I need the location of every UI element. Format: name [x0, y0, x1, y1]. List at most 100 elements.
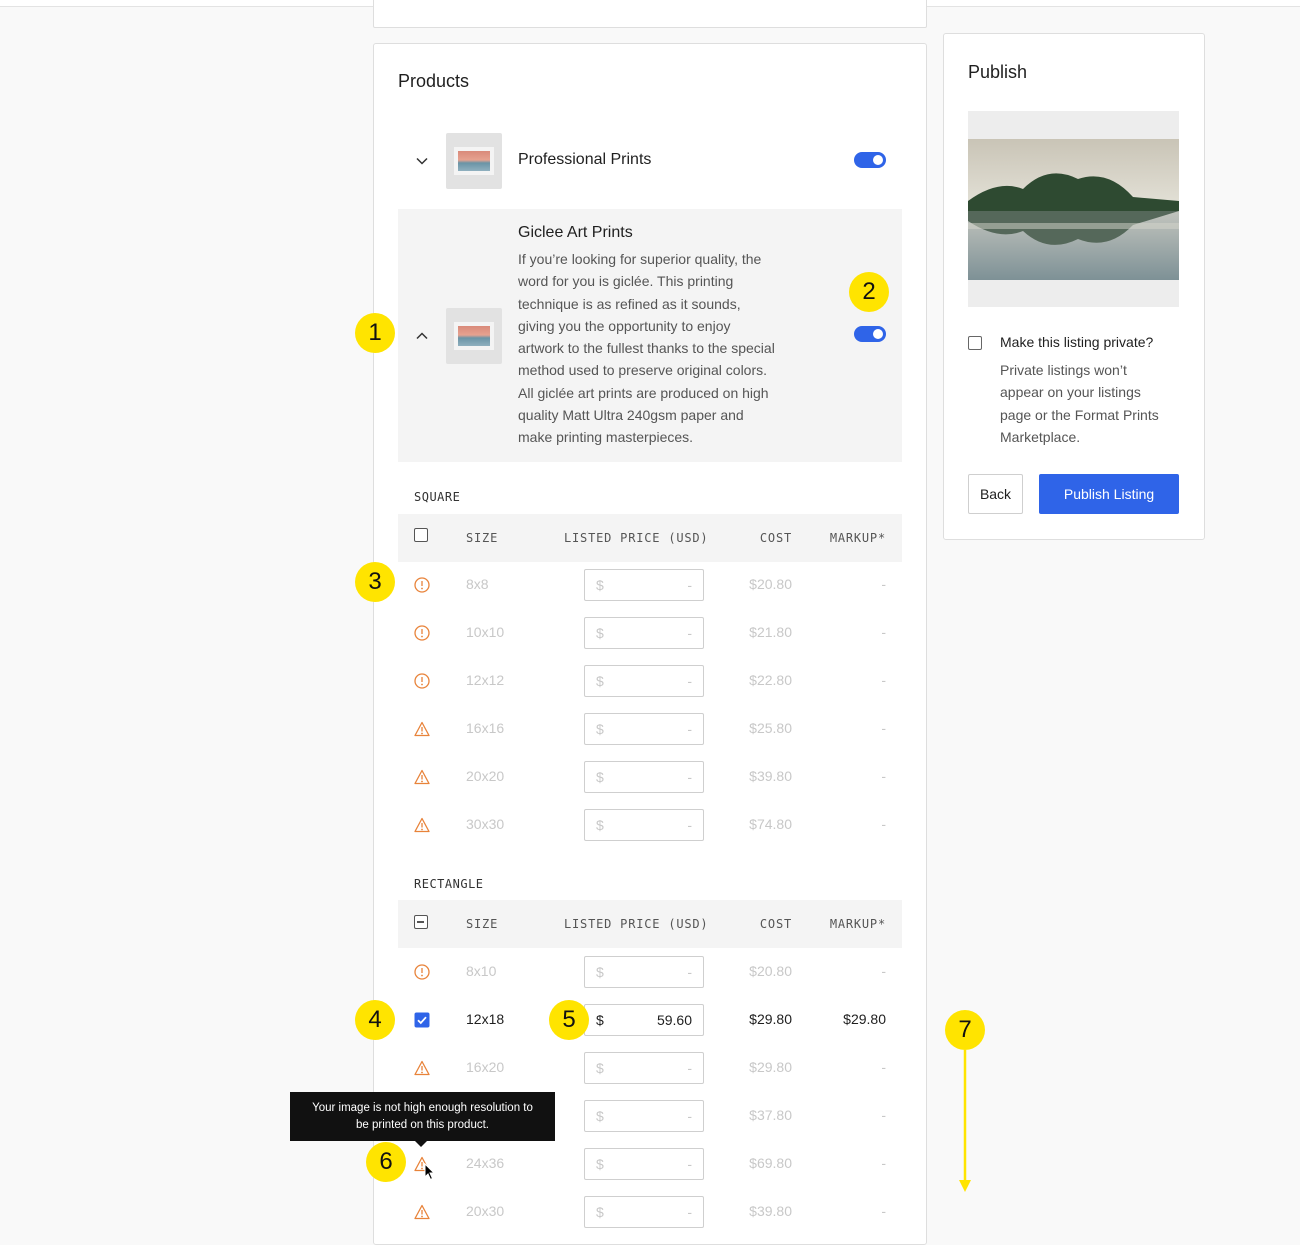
listed-price-input[interactable]: $ - [584, 809, 704, 841]
listing-preview-frame [968, 111, 1179, 307]
giclee-description: If you’re looking for superior quality, … [518, 251, 775, 446]
warning-triangle-icon[interactable] [414, 1204, 430, 1225]
size-cell: 8x10 [466, 963, 497, 979]
professional-prints-thumbnail [446, 133, 502, 189]
price-value: - [687, 577, 692, 593]
giclee-toggle[interactable] [854, 326, 886, 342]
size-cell: 20x30 [466, 1203, 505, 1219]
markup-cell: - [881, 963, 886, 979]
info-circle-icon[interactable] [414, 964, 430, 985]
previous-card [373, 0, 927, 28]
price-value: - [687, 721, 692, 737]
annotation-marker-7: 7 [945, 1010, 985, 1050]
cost-cell: $37.80 [749, 1107, 792, 1123]
row-checkbox[interactable] [414, 1012, 430, 1033]
markup-cell: - [881, 672, 886, 688]
markup-cell: $29.80 [843, 1011, 886, 1027]
table-row: 10x10 $ - $21.80- [398, 609, 902, 657]
private-listing-checkbox[interactable] [968, 336, 982, 350]
resolution-tooltip: Your image is not high enough resolution… [290, 1092, 555, 1147]
chevron-down-icon[interactable] [416, 155, 428, 167]
scroll-down-arrow-icon [959, 1050, 971, 1192]
currency-symbol: $ [596, 1108, 604, 1124]
price-value: - [687, 1204, 692, 1220]
currency-symbol: $ [596, 577, 604, 593]
cost-cell: $39.80 [749, 768, 792, 784]
warning-triangle-icon[interactable] [414, 769, 430, 790]
price-value: - [687, 625, 692, 641]
listed-price-input[interactable]: $ - [584, 1148, 704, 1180]
listed-price-input[interactable]: $ - [584, 1100, 704, 1132]
warning-triangle-icon[interactable] [414, 721, 430, 742]
markup-header: MARKUP* [829, 917, 886, 931]
markup-header: MARKUP* [829, 531, 886, 545]
price-value: - [687, 1060, 692, 1076]
publish-title: Publish [968, 62, 1028, 82]
size-cell: 30x30 [466, 816, 505, 832]
size-header: SIZE [466, 917, 499, 931]
currency-symbol: $ [596, 817, 604, 833]
size-cell: 8x8 [466, 576, 489, 592]
listed-price-input[interactable]: $ - [584, 1196, 704, 1228]
private-listing-help: Private listings won’t appear on your li… [1000, 362, 1159, 445]
annotation-marker-2: 2 [849, 272, 889, 312]
annotation-marker-4: 4 [355, 1000, 395, 1040]
currency-symbol: $ [596, 1156, 604, 1172]
currency-symbol: $ [596, 721, 604, 737]
square-section-label: SQUARE [414, 490, 461, 504]
rectangle-table-header: SIZE LISTED PRICE (USD) COST MARKUP* [398, 900, 902, 948]
size-cell: 12x12 [466, 672, 505, 688]
warning-triangle-icon[interactable] [414, 817, 430, 838]
markup-cell: - [881, 1203, 886, 1219]
listed-price-input[interactable]: $ - [584, 761, 704, 793]
chevron-up-icon[interactable] [416, 330, 428, 342]
currency-symbol: $ [596, 625, 604, 641]
annotation-marker-5: 5 [549, 1000, 589, 1040]
cost-cell: $39.80 [749, 1203, 792, 1219]
markup-cell: - [881, 1155, 886, 1171]
table-row: 8x8 $ - $20.80- [398, 561, 902, 609]
markup-cell: - [881, 1059, 886, 1075]
cost-cell: $69.80 [749, 1155, 792, 1171]
price-value: - [687, 673, 692, 689]
listed-price-input[interactable]: $ - [584, 665, 704, 697]
cost-cell: $21.80 [749, 624, 792, 640]
listed-price-input[interactable]: $ - [584, 1052, 704, 1084]
cost-cell: $20.80 [749, 576, 792, 592]
listed-price-input[interactable]: $ - [584, 713, 704, 745]
currency-symbol: $ [596, 1012, 604, 1028]
table-row: 16x20 $ - $29.80- [398, 1044, 902, 1092]
square-select-all-checkbox[interactable] [414, 528, 428, 542]
back-button[interactable]: Back [968, 474, 1023, 514]
cost-cell: $22.80 [749, 672, 792, 688]
table-row: 12x12 $ - $22.80- [398, 657, 902, 705]
listed-price-input[interactable]: $ - [584, 956, 704, 988]
price-value: - [687, 964, 692, 980]
professional-prints-toggle[interactable] [854, 152, 886, 168]
rectangle-select-all-checkbox[interactable] [414, 915, 428, 929]
size-cell: 12x18 [466, 1011, 505, 1027]
price-value: - [687, 817, 692, 833]
price-value: - [687, 1156, 692, 1172]
listed-price-input[interactable]: $ - [584, 617, 704, 649]
table-row: 24x36 $ - $69.80- [398, 1140, 902, 1188]
listed-price-input[interactable]: $ - [584, 569, 704, 601]
currency-symbol: $ [596, 1060, 604, 1076]
cost-cell: $29.80 [749, 1011, 792, 1027]
currency-symbol: $ [596, 673, 604, 689]
size-header: SIZE [466, 531, 499, 545]
size-cell: 16x16 [466, 720, 505, 736]
publish-listing-button[interactable]: Publish Listing [1039, 474, 1179, 514]
cost-cell: $29.80 [749, 1059, 792, 1075]
square-table-header: SIZE LISTED PRICE (USD) COST MARKUP* [398, 514, 902, 562]
listed-price-input[interactable]: $59.60 [584, 1004, 704, 1036]
currency-symbol: $ [596, 1204, 604, 1220]
info-circle-icon[interactable] [414, 673, 430, 694]
products-title: Products [398, 71, 470, 91]
info-circle-icon[interactable] [414, 577, 430, 598]
warning-triangle-icon[interactable] [414, 1060, 430, 1081]
cost-cell: $20.80 [749, 963, 792, 979]
cost-cell: $74.80 [749, 816, 792, 832]
info-circle-icon[interactable] [414, 625, 430, 646]
markup-cell: - [881, 576, 886, 592]
